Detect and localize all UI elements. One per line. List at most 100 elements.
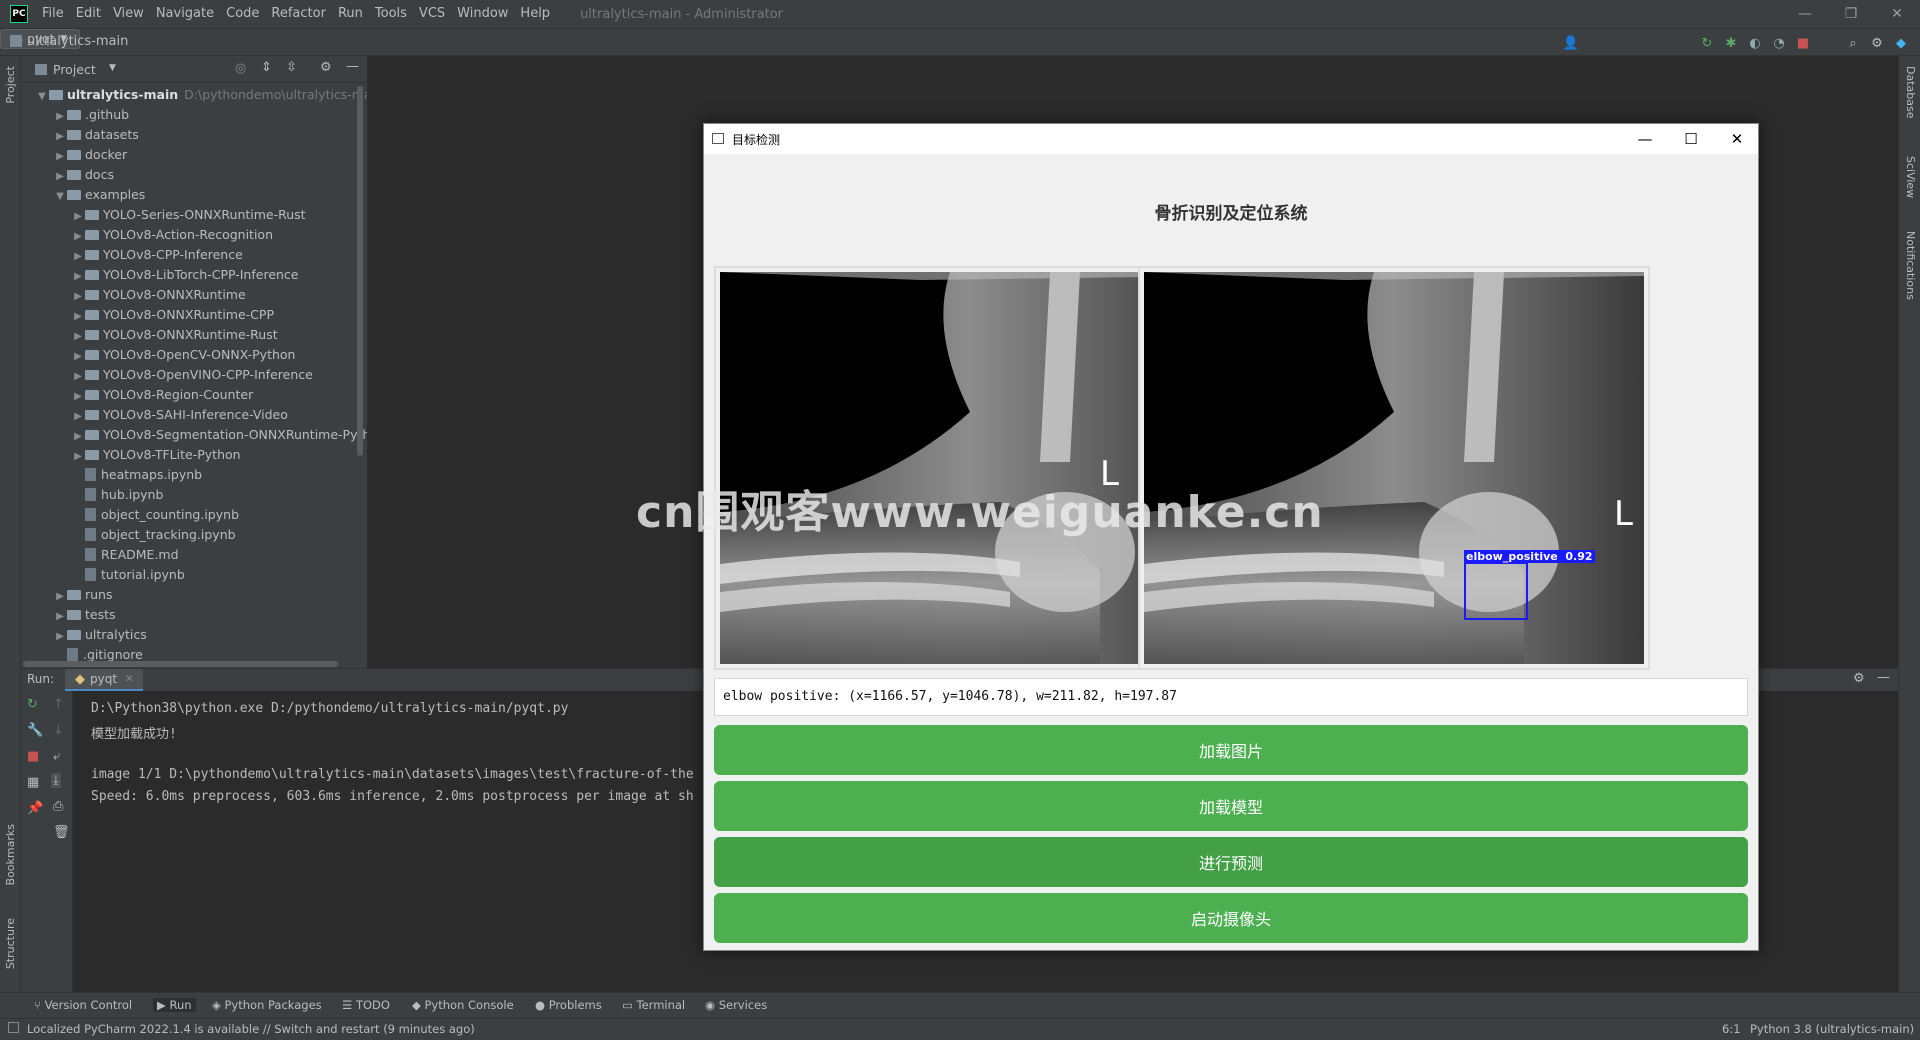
gear-icon[interactable]: ⚙ bbox=[1853, 671, 1865, 686]
soft-wrap-icon[interactable]: ⤶ bbox=[53, 749, 60, 764]
tree-folder-item[interactable]: ▶ tests bbox=[53, 605, 115, 625]
load-image-button[interactable]: 加载图片 bbox=[714, 725, 1748, 775]
tab-services[interactable]: ◉ Services bbox=[705, 998, 767, 1012]
project-tool-tab[interactable]: Project bbox=[4, 66, 17, 104]
sciview-tool-tab[interactable]: SciView bbox=[1904, 156, 1917, 198]
load-model-button[interactable]: 加载模型 bbox=[714, 781, 1748, 831]
tree-folder-item[interactable]: ▶ YOLOv8-OpenCV-ONNX-Python bbox=[71, 345, 295, 365]
menu-vcs[interactable]: VCS bbox=[413, 0, 451, 28]
status-message[interactable]: Localized PyCharm 2022.1.4 is available … bbox=[27, 1022, 475, 1036]
maximize-icon[interactable]: ☐ bbox=[1668, 124, 1714, 154]
menu-window[interactable]: Window bbox=[451, 0, 514, 28]
tab-todo[interactable]: ☰ TODO bbox=[342, 998, 390, 1012]
status-square-icon[interactable] bbox=[8, 1022, 19, 1033]
tree-horizontal-scrollbar[interactable] bbox=[23, 661, 338, 667]
debug-icon[interactable]: ✱ bbox=[1722, 34, 1740, 52]
expand-all-icon[interactable]: ⇕ bbox=[261, 60, 272, 75]
menu-view[interactable]: View bbox=[107, 0, 150, 28]
stop-icon[interactable]: ■ bbox=[1794, 34, 1812, 52]
tree-folder-item[interactable]: ▼ examples bbox=[53, 185, 145, 205]
close-icon[interactable]: ✕ bbox=[1714, 124, 1760, 154]
search-icon[interactable]: ⌕ bbox=[1844, 34, 1862, 52]
collapse-all-icon[interactable]: ⇳ bbox=[286, 60, 297, 75]
close-icon[interactable]: ✕ bbox=[125, 674, 133, 685]
restore-icon[interactable]: ❐ bbox=[1828, 0, 1874, 28]
predict-button[interactable]: 进行预测 bbox=[714, 837, 1748, 887]
tree-folder-item[interactable]: ▶ YOLOv8-ONNXRuntime-Rust bbox=[71, 325, 278, 345]
menu-navigate[interactable]: Navigate bbox=[150, 0, 220, 28]
close-icon[interactable]: ✕ bbox=[1874, 0, 1920, 28]
tree-file-item[interactable]: README.md bbox=[71, 545, 179, 565]
up-arrow-icon[interactable]: ↑ bbox=[53, 697, 64, 712]
caret-position[interactable]: 6:1 bbox=[1722, 1022, 1741, 1036]
tree-root[interactable]: ▼ ultralytics-main D:\pythondemo\ultralyti… bbox=[35, 85, 367, 105]
tree-folder-item[interactable]: ▶ YOLOv8-Region-Counter bbox=[71, 385, 253, 405]
chevron-down-icon[interactable]: ▼ bbox=[109, 63, 116, 73]
interpreter-selector[interactable]: Python 3.8 (ultralytics-main) bbox=[1750, 1022, 1914, 1036]
layout-icon[interactable]: ▦ bbox=[27, 775, 39, 790]
tree-folder-item[interactable]: ▶ YOLOv8-LibTorch-CPP-Inference bbox=[71, 265, 298, 285]
tree-folder-item[interactable]: ▶ datasets bbox=[53, 125, 139, 145]
tree-folder-item[interactable]: ▶ docker bbox=[53, 145, 127, 165]
stop-icon[interactable]: ■ bbox=[27, 749, 39, 764]
bookmarks-tool-tab[interactable]: Bookmarks bbox=[4, 824, 17, 885]
tree-folder-item[interactable]: ▶ YOLOv8-OpenVINO-CPP-Inference bbox=[71, 365, 313, 385]
start-camera-button[interactable]: 启动摄像头 bbox=[714, 893, 1748, 943]
tree-folder-item[interactable]: ▶ YOLOv8-ONNXRuntime bbox=[71, 285, 246, 305]
wrench-icon[interactable]: 🔧 bbox=[27, 723, 43, 738]
menu-edit[interactable]: Edit bbox=[70, 0, 107, 28]
hide-icon[interactable]: — bbox=[346, 59, 359, 74]
menu-run[interactable]: Run bbox=[332, 0, 369, 28]
profile-icon[interactable]: ◔ bbox=[1770, 34, 1788, 52]
tree-folder-item[interactable]: ▶ YOLOv8-ONNXRuntime-CPP bbox=[71, 305, 274, 325]
coverage-icon[interactable]: ◐ bbox=[1746, 34, 1764, 52]
tree-folder-item[interactable]: ▶ YOLOv8-CPP-Inference bbox=[71, 245, 243, 265]
scroll-to-end-icon[interactable]: ⤓ bbox=[51, 773, 61, 788]
tab-python-console[interactable]: ◆ Python Console bbox=[412, 998, 514, 1012]
breadcrumb[interactable]: ultralytics-main bbox=[27, 34, 128, 49]
structure-tool-tab[interactable]: Structure bbox=[4, 918, 17, 969]
tab-problems[interactable]: ● Problems bbox=[535, 998, 602, 1012]
minimize-icon[interactable]: — bbox=[1782, 0, 1828, 28]
user-icon[interactable]: 👤 bbox=[1562, 34, 1580, 52]
down-arrow-icon[interactable]: ↓ bbox=[53, 723, 64, 738]
menu-tools[interactable]: Tools bbox=[369, 0, 413, 28]
gear-icon[interactable]: ⚙ bbox=[320, 60, 332, 75]
tree-folder-item[interactable]: ▶ YOLOv8-Action-Recognition bbox=[71, 225, 273, 245]
tree-file-item[interactable]: object_counting.ipynb bbox=[71, 505, 239, 525]
tree-file-item[interactable]: tutorial.ipynb bbox=[71, 565, 185, 585]
tree-file-item[interactable]: hub.ipynb bbox=[71, 485, 163, 505]
tree-folder-item[interactable]: ▶ YOLO-Series-ONNXRuntime-Rust bbox=[71, 205, 305, 225]
run-tab-pyqt[interactable]: ◆ pyqt ✕ bbox=[65, 669, 144, 691]
menu-refactor[interactable]: Refactor bbox=[265, 0, 332, 28]
tree-file-item[interactable]: heatmaps.ipynb bbox=[71, 465, 202, 485]
tree-folder-item[interactable]: ▶ YOLOv8-Segmentation-ONNXRuntime-Python bbox=[71, 425, 367, 445]
tree-folder-item[interactable]: ▶ ultralytics bbox=[53, 625, 147, 645]
jetbrains-toolbox-icon[interactable]: ◆ bbox=[1892, 34, 1910, 52]
tree-folder-item[interactable]: ▶ YOLOv8-TFLite-Python bbox=[71, 445, 240, 465]
tab-python-packages[interactable]: ◈ Python Packages bbox=[212, 998, 322, 1012]
menu-file[interactable]: File bbox=[36, 0, 70, 28]
tree-file-item[interactable]: object_tracking.ipynb bbox=[71, 525, 236, 545]
locate-icon[interactable]: ◎ bbox=[235, 61, 246, 76]
tree-folder-item[interactable]: ▶ .github bbox=[53, 105, 129, 125]
tree-folder-item[interactable]: ▶ docs bbox=[53, 165, 114, 185]
hide-icon[interactable]: — bbox=[1877, 670, 1890, 685]
gear-icon[interactable]: ⚙ bbox=[1868, 34, 1886, 52]
project-panel-title[interactable]: Project bbox=[53, 62, 96, 77]
minimize-icon[interactable]: — bbox=[1622, 124, 1668, 154]
rerun-icon[interactable]: ↻ bbox=[1698, 34, 1716, 52]
tree-vertical-scrollbar[interactable] bbox=[357, 86, 363, 456]
pin-icon[interactable]: 📌 bbox=[27, 801, 43, 816]
tree-folder-item[interactable]: ▶ YOLOv8-SAHI-Inference-Video bbox=[71, 405, 288, 425]
tree-folder-item[interactable]: ▶ runs bbox=[53, 585, 112, 605]
tab-terminal[interactable]: ▭ Terminal bbox=[622, 998, 685, 1012]
database-tool-tab[interactable]: Database bbox=[1904, 66, 1917, 119]
print-icon[interactable]: ⎙ bbox=[53, 799, 63, 814]
tab-version-control[interactable]: ⑂ Version Control bbox=[34, 998, 132, 1012]
menu-code[interactable]: Code bbox=[220, 0, 265, 28]
menu-help[interactable]: Help bbox=[514, 0, 556, 28]
trash-icon[interactable]: 🗑 bbox=[53, 825, 70, 840]
notifications-tool-tab[interactable]: Notifications bbox=[1904, 231, 1917, 300]
tab-run[interactable]: ▶ Run bbox=[153, 998, 196, 1012]
